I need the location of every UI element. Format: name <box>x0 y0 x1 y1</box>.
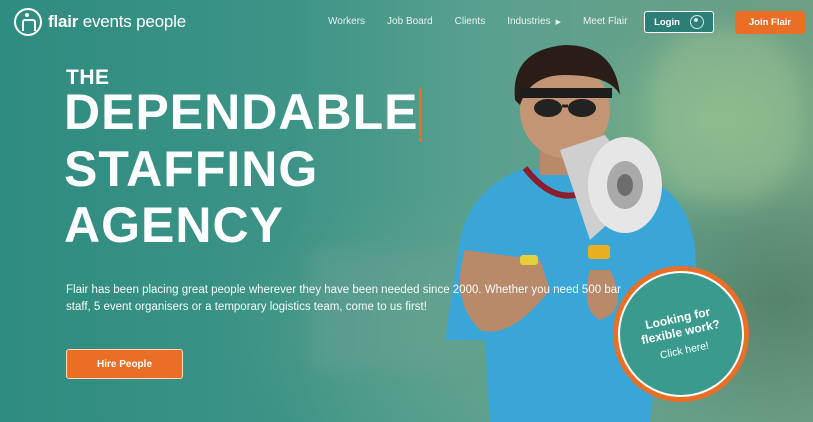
login-button[interactable]: Login <box>644 11 714 33</box>
hero-headline-line-1: DEPENDABLE <box>64 84 419 140</box>
nav-workers[interactable]: Workers <box>328 16 365 27</box>
logo-icon <box>14 8 42 36</box>
badge-subtitle: Click here! <box>659 339 711 362</box>
brand-logo[interactable]: flair events people <box>14 8 186 36</box>
nav-industries[interactable]: Industries ▶ <box>507 16 561 27</box>
hero-description: Flair has been placing great people wher… <box>66 284 621 313</box>
join-flair-button[interactable]: Join Flair <box>735 11 805 34</box>
typing-cursor <box>419 88 422 142</box>
nav-meet-flair[interactable]: Meet Flair <box>583 16 627 27</box>
hero-headline-line-3: AGENCY <box>64 197 284 253</box>
hero-headline-line-2: STAFFING <box>64 141 319 197</box>
nav-clients[interactable]: Clients <box>455 16 486 27</box>
caret-right-icon: ▶ <box>555 18 561 26</box>
nav-job-board[interactable]: Job Board <box>387 16 433 27</box>
user-icon <box>689 15 704 29</box>
logo-text: flair events people <box>48 12 186 31</box>
main-nav: Workers Job Board Clients Industries ▶ Me… <box>328 16 649 27</box>
badge-title: Looking for flexible work? <box>639 304 722 348</box>
flexible-work-badge[interactable]: Looking for flexible work? Click here! <box>606 259 756 409</box>
hire-people-button[interactable]: Hire People <box>66 349 183 379</box>
